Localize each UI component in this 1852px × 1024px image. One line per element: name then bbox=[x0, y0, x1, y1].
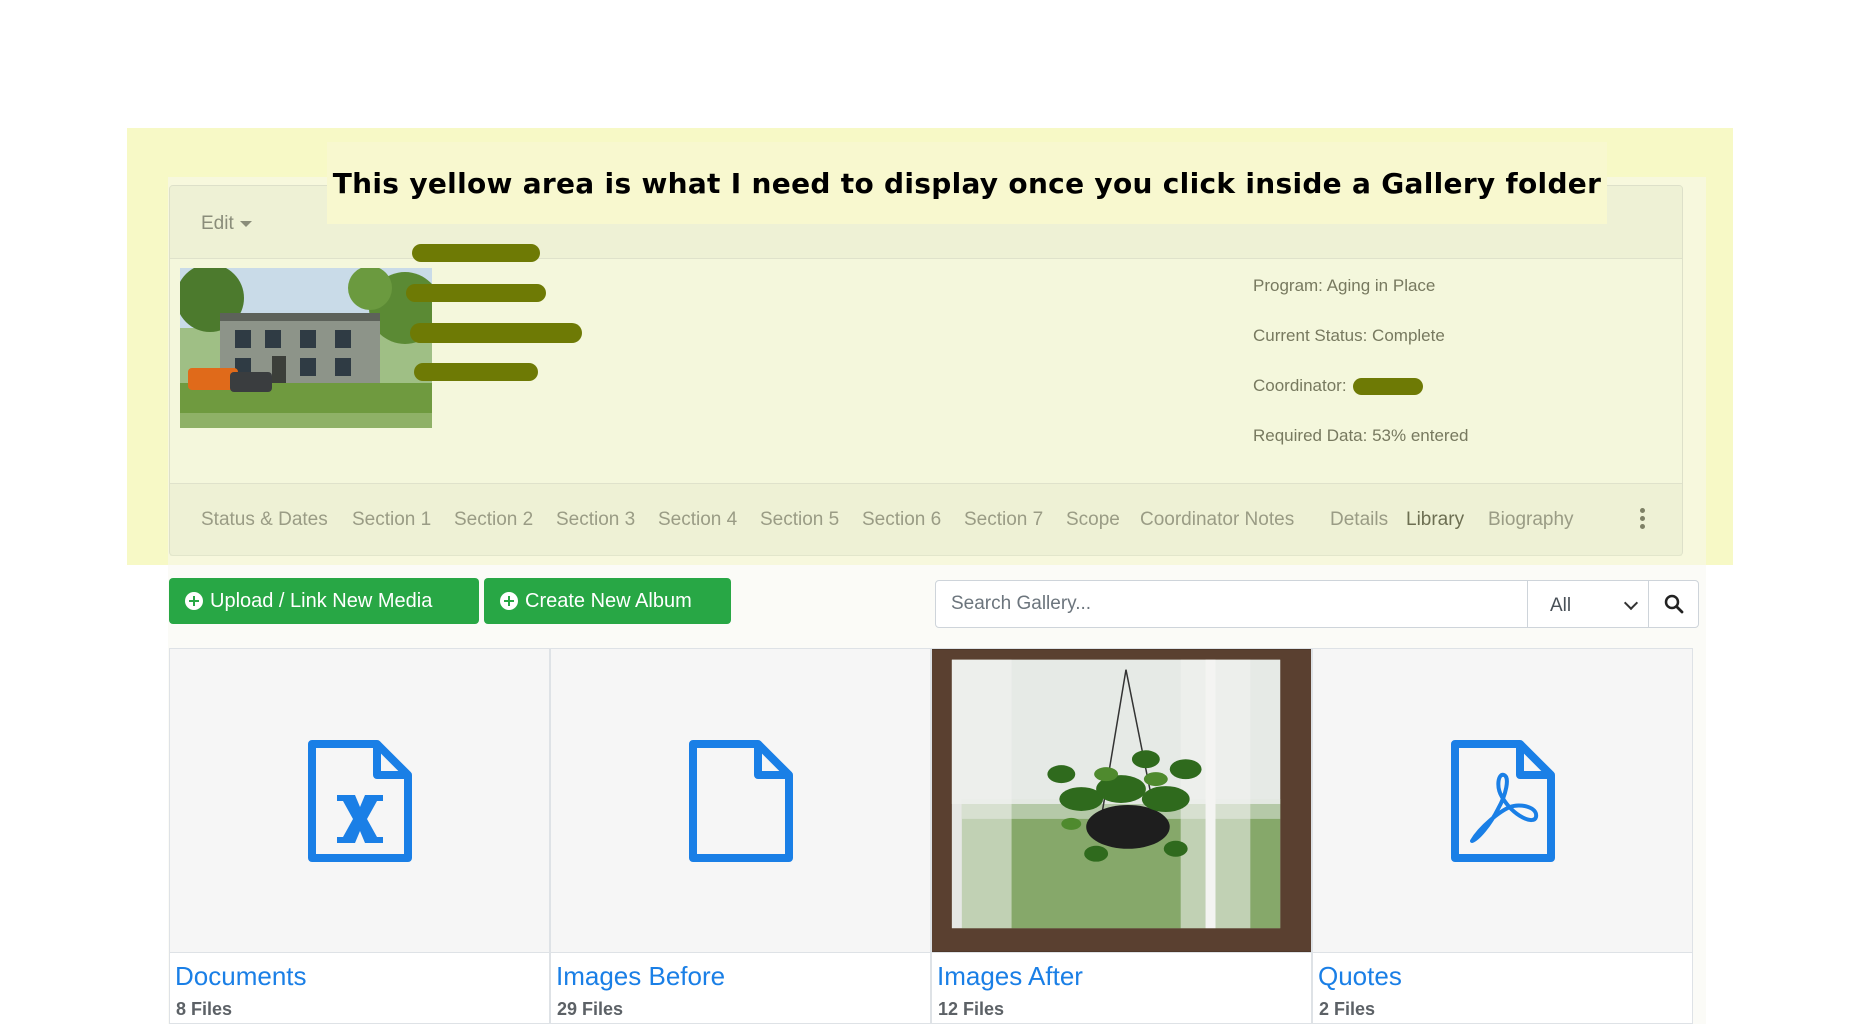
chevron-down-icon bbox=[1623, 595, 1639, 611]
caret-down-icon bbox=[239, 220, 252, 227]
required-data-info: Required Data: 53% entered bbox=[1253, 426, 1469, 445]
search-icon bbox=[1664, 594, 1683, 614]
plus-circle-icon bbox=[500, 592, 518, 610]
profile-card: Edit Program: Aging in Place Current Sta… bbox=[169, 185, 1683, 556]
tab-section-6[interactable]: Section 6 bbox=[862, 509, 941, 531]
album-thumbnail bbox=[1313, 649, 1692, 953]
filter-select[interactable]: All bbox=[1527, 581, 1648, 627]
pdf-file-icon bbox=[1450, 739, 1555, 862]
album-file-count: 12 Files bbox=[938, 999, 1005, 1019]
tab-status-dates[interactable]: Status & Dates bbox=[201, 509, 328, 531]
album-file-count: 2 Files bbox=[1319, 999, 1376, 1019]
album-title: Images After bbox=[937, 961, 1083, 991]
redacted-address-line-1 bbox=[406, 284, 546, 302]
edit-label: Edit bbox=[201, 213, 234, 234]
redacted-address-line-2 bbox=[410, 323, 582, 343]
more-options-icon[interactable] bbox=[1640, 508, 1646, 532]
tab-coordinator-notes[interactable]: Coordinator Notes bbox=[1140, 509, 1294, 531]
create-album-label: Create New Album bbox=[525, 589, 692, 612]
property-photo bbox=[180, 268, 432, 428]
album-card-images-before[interactable]: Images Before 29 Files bbox=[550, 648, 931, 1024]
program-info: Program: Aging in Place bbox=[1253, 276, 1436, 295]
album-thumbnail bbox=[932, 649, 1311, 953]
album-card-quotes[interactable]: Quotes 2 Files bbox=[1312, 648, 1693, 1024]
tab-section-2[interactable]: Section 2 bbox=[454, 509, 533, 531]
plus-circle-icon bbox=[185, 592, 203, 610]
create-album-button[interactable]: Create New Album bbox=[484, 578, 731, 624]
redacted-coordinator bbox=[1353, 378, 1424, 396]
status-info: Current Status: Complete bbox=[1253, 326, 1445, 345]
excel-file-icon bbox=[307, 739, 412, 862]
annotation-banner: This yellow area is what I need to displ… bbox=[327, 142, 1607, 224]
album-card-documents[interactable]: Documents 8 Files bbox=[169, 648, 550, 1024]
upload-media-label: Upload / Link New Media bbox=[210, 589, 433, 612]
section-tabs: Status & Dates Section 1 Section 2 Secti… bbox=[170, 483, 1682, 556]
redacted-name bbox=[412, 244, 540, 262]
search-gallery-input[interactable] bbox=[936, 581, 1527, 627]
gallery-search-group: All bbox=[935, 580, 1699, 628]
coordinator-label: Coordinator: bbox=[1253, 376, 1347, 395]
album-title: Documents bbox=[175, 961, 307, 991]
coordinator-info: Coordinator: bbox=[1253, 376, 1424, 396]
tab-section-5[interactable]: Section 5 bbox=[760, 509, 839, 531]
search-button[interactable] bbox=[1648, 581, 1698, 627]
edit-dropdown[interactable]: Edit bbox=[201, 213, 252, 235]
album-title: Images Before bbox=[556, 961, 726, 991]
tab-library[interactable]: Library bbox=[1406, 509, 1464, 531]
album-file-count: 8 Files bbox=[176, 999, 233, 1019]
tab-section-1[interactable]: Section 1 bbox=[352, 509, 431, 531]
album-thumbnail bbox=[170, 649, 549, 953]
album-title: Quotes bbox=[1318, 961, 1402, 991]
plant-photo bbox=[932, 649, 1311, 952]
album-file-count: 29 Files bbox=[557, 999, 624, 1019]
tab-biography[interactable]: Biography bbox=[1488, 509, 1574, 531]
album-thumbnail bbox=[551, 649, 930, 953]
redacted-phone bbox=[414, 363, 538, 381]
album-card-images-after[interactable]: Images After 12 Files bbox=[931, 648, 1312, 1024]
tab-section-7[interactable]: Section 7 bbox=[964, 509, 1043, 531]
tab-scope[interactable]: Scope bbox=[1066, 509, 1120, 531]
tab-section-4[interactable]: Section 4 bbox=[658, 509, 737, 531]
tab-section-3[interactable]: Section 3 bbox=[556, 509, 635, 531]
tab-details[interactable]: Details bbox=[1330, 509, 1388, 531]
filter-value: All bbox=[1550, 595, 1572, 616]
upload-media-button[interactable]: Upload / Link New Media bbox=[169, 578, 479, 624]
blank-file-icon bbox=[688, 739, 793, 862]
